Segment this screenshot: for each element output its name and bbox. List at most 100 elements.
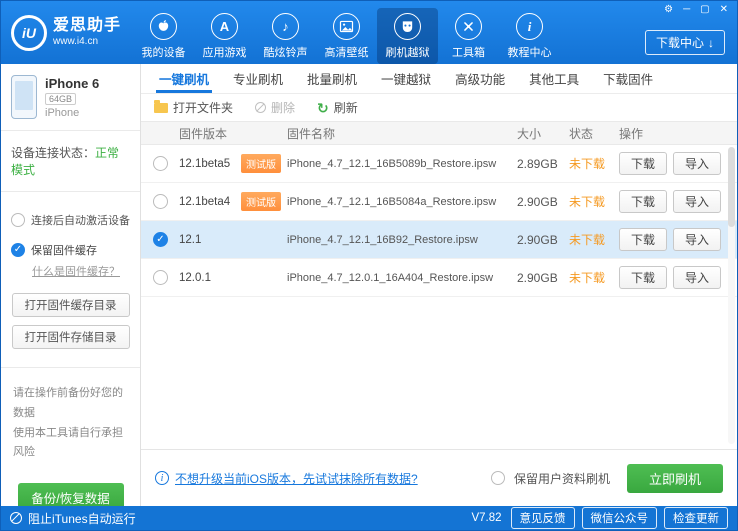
feedback-button[interactable]: 意见反馈 bbox=[511, 507, 575, 529]
erase-data-tip-link[interactable]: i 不想升级当前iOS版本，先试试抹除所有数据? bbox=[155, 470, 418, 487]
keep-user-data-radio[interactable] bbox=[491, 471, 505, 485]
scrollbar[interactable] bbox=[728, 147, 735, 444]
window-controls: ⚙ ─ ▢ ✕ bbox=[664, 5, 728, 15]
auto-activate-radio[interactable] bbox=[11, 213, 25, 227]
col-size: 大小 bbox=[517, 125, 563, 142]
ringtone-icon: ♪ bbox=[272, 13, 299, 40]
open-folder-tool[interactable]: 打开文件夹 bbox=[154, 99, 233, 116]
beta-badge: 测试版 bbox=[241, 192, 281, 211]
download-button[interactable]: 下载 bbox=[619, 266, 667, 289]
firmware-status: 未下载 bbox=[569, 231, 613, 248]
refresh-label: 刷新 bbox=[334, 99, 358, 116]
tab-one-click-flash[interactable]: 一键刷机 bbox=[147, 64, 221, 93]
download-button[interactable]: 下载 bbox=[619, 152, 667, 175]
row-radio[interactable] bbox=[153, 194, 168, 209]
main-panel: 一键刷机 专业刷机 批量刷机 一键越狱 高级功能 其他工具 下载固件 打开文件夹… bbox=[141, 64, 737, 506]
auto-activate-option[interactable]: 连接后自动激活设备 bbox=[11, 212, 130, 228]
wechat-button[interactable]: 微信公众号 bbox=[582, 507, 658, 529]
tab-download-firmware[interactable]: 下载固件 bbox=[591, 64, 665, 93]
nav-item-wallpapers[interactable]: 高清壁纸 bbox=[316, 8, 377, 64]
iphone-thumbnail-icon bbox=[11, 75, 37, 119]
tab-pro-flash[interactable]: 专业刷机 bbox=[221, 64, 295, 93]
check-update-button[interactable]: 检查更新 bbox=[664, 507, 728, 529]
table-row[interactable]: 12.1beta5 测试版 iPhone_4.7_12.1_16B5089b_R… bbox=[141, 145, 737, 183]
import-button[interactable]: 导入 bbox=[673, 266, 721, 289]
tab-other-tools[interactable]: 其他工具 bbox=[517, 64, 591, 93]
download-button[interactable]: 下载 bbox=[619, 228, 667, 251]
table-header: 固件版本 固件名称 大小 状态 操作 bbox=[141, 121, 737, 145]
brand-name: 爱思助手 bbox=[53, 16, 121, 36]
what-is-cache-link[interactable]: 什么是固件缓存？ bbox=[32, 263, 130, 279]
header: iU 爱思助手 www.i4.cn 我的设备 A 应用游戏 ♪ 酷炫铃声 bbox=[1, 1, 737, 64]
open-cache-dir-button[interactable]: 打开固件缓存目录 bbox=[12, 293, 130, 317]
nav-label: 酷炫铃声 bbox=[264, 44, 308, 60]
refresh-icon: ↻ bbox=[317, 101, 329, 115]
warning-section: 请在操作前备份好您的数据 使用本工具请自行承担风险 备份/恢复数据 bbox=[1, 368, 140, 527]
maximize-icon[interactable]: ▢ bbox=[700, 5, 709, 15]
apple-icon bbox=[150, 13, 177, 40]
delete-tool[interactable]: 删除 bbox=[255, 99, 295, 116]
firmware-status: 未下载 bbox=[569, 269, 613, 286]
import-button[interactable]: 导入 bbox=[673, 228, 721, 251]
main-nav: 我的设备 A 应用游戏 ♪ 酷炫铃声 高清壁纸 刷机越狱 bbox=[133, 1, 560, 64]
erase-tip-text: 不想升级当前iOS版本，先试试抹除所有数据? bbox=[175, 470, 418, 487]
keep-cache-option[interactable]: 保留固件缓存 bbox=[11, 242, 130, 258]
download-center-button[interactable]: 下载中心 ↓ bbox=[645, 30, 725, 55]
keep-user-data-label: 保留用户资料刷机 bbox=[514, 470, 610, 487]
table-row-selected[interactable]: 12.1 iPhone_4.7_12.1_16B92_Restore.ipsw … bbox=[141, 221, 737, 259]
table-row[interactable]: 12.1beta4 测试版 iPhone_4.7_12.1_16B5084a_R… bbox=[141, 183, 737, 221]
nav-label: 高清壁纸 bbox=[325, 44, 369, 60]
nav-item-ringtones[interactable]: ♪ 酷炫铃声 bbox=[255, 8, 316, 64]
close-icon[interactable]: ✕ bbox=[720, 5, 728, 15]
firmware-name: iPhone_4.7_12.1_16B92_Restore.ipsw bbox=[287, 234, 511, 246]
firmware-version: 12.1 bbox=[179, 234, 235, 246]
firmware-version: 12.1beta4 bbox=[179, 196, 235, 208]
gear-icon[interactable]: ⚙ bbox=[664, 5, 673, 15]
device-info: iPhone 6 64GB iPhone bbox=[1, 64, 140, 131]
nav-item-tutorials[interactable]: i 教程中心 bbox=[499, 8, 560, 64]
nav-label: 教程中心 bbox=[508, 44, 552, 60]
col-name: 固件名称 bbox=[287, 125, 511, 142]
tab-advanced[interactable]: 高级功能 bbox=[443, 64, 517, 93]
beta-badge: 测试版 bbox=[241, 154, 281, 173]
firmware-version: 12.0.1 bbox=[179, 272, 235, 284]
nav-label: 应用游戏 bbox=[203, 44, 247, 60]
open-storage-dir-button[interactable]: 打开固件存储目录 bbox=[12, 325, 130, 349]
col-status: 状态 bbox=[569, 125, 613, 142]
firmware-status: 未下载 bbox=[569, 155, 613, 172]
brand-site: www.i4.cn bbox=[53, 36, 121, 49]
row-radio[interactable] bbox=[153, 270, 168, 285]
firmware-name: iPhone_4.7_12.1_16B5089b_Restore.ipsw bbox=[287, 158, 511, 170]
firmware-name: iPhone_4.7_12.0.1_16A404_Restore.ipsw bbox=[287, 272, 511, 284]
import-button[interactable]: 导入 bbox=[673, 190, 721, 213]
nav-item-flash-jailbreak[interactable]: 刷机越狱 bbox=[377, 8, 438, 64]
delete-disabled-icon bbox=[255, 102, 266, 113]
auto-activate-label: 连接后自动激活设备 bbox=[31, 212, 130, 228]
tab-batch-flash[interactable]: 批量刷机 bbox=[295, 64, 369, 93]
keep-cache-checkbox[interactable] bbox=[11, 243, 25, 257]
refresh-tool[interactable]: ↻ 刷新 bbox=[317, 99, 358, 116]
scrollbar-thumb[interactable] bbox=[728, 147, 735, 227]
nav-item-apps-games[interactable]: A 应用游戏 bbox=[194, 8, 255, 64]
block-itunes-toggle[interactable]: 阻止iTunes自动运行 bbox=[10, 510, 136, 527]
row-radio[interactable] bbox=[153, 156, 168, 171]
status-bar: 阻止iTunes自动运行 V7.82 意见反馈 微信公众号 检查更新 bbox=[1, 506, 737, 530]
nav-label: 工具箱 bbox=[452, 44, 485, 60]
download-center-label: 下载中心 bbox=[656, 34, 704, 51]
minimize-icon[interactable]: ─ bbox=[683, 5, 690, 15]
wallpaper-icon bbox=[333, 13, 360, 40]
jailbreak-icon bbox=[394, 13, 421, 40]
nav-item-my-devices[interactable]: 我的设备 bbox=[133, 8, 194, 64]
connection-label: 设备连接状态： bbox=[11, 146, 95, 160]
table-row[interactable]: 12.0.1 iPhone_4.7_12.0.1_16A404_Restore.… bbox=[141, 259, 737, 297]
tab-one-click-jailbreak[interactable]: 一键越狱 bbox=[369, 64, 443, 93]
tab-bar: 一键刷机 专业刷机 批量刷机 一键越狱 高级功能 其他工具 下载固件 bbox=[141, 64, 737, 94]
device-capacity-badge: 64GB bbox=[45, 93, 76, 105]
flash-footer: i 不想升级当前iOS版本，先试试抹除所有数据? 保留用户资料刷机 立即刷机 bbox=[141, 449, 737, 506]
download-button[interactable]: 下载 bbox=[619, 190, 667, 213]
nav-item-toolbox[interactable]: 工具箱 bbox=[438, 8, 499, 64]
logo-text: iU bbox=[22, 25, 36, 41]
row-radio-checked[interactable] bbox=[153, 232, 168, 247]
import-button[interactable]: 导入 bbox=[673, 152, 721, 175]
flash-now-button[interactable]: 立即刷机 bbox=[627, 464, 723, 493]
